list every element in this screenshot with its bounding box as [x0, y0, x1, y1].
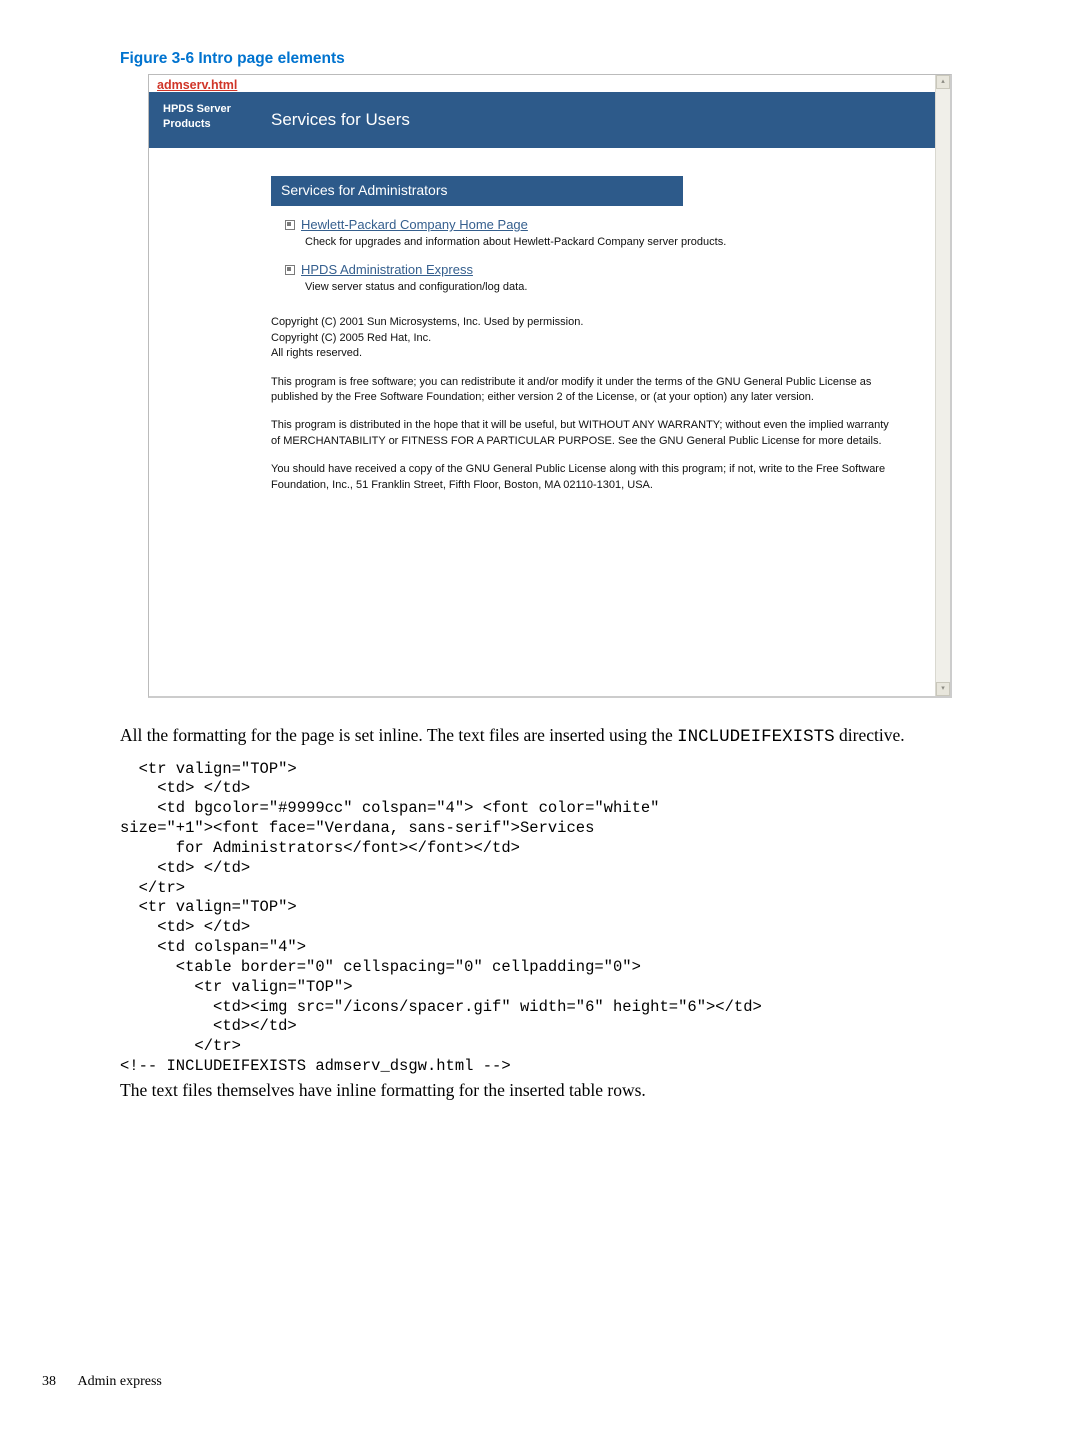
- legal-warranty: This program is distributed in the hope …: [271, 418, 900, 449]
- hp-home-desc: Check for upgrades and information about…: [305, 235, 900, 250]
- legal-freesoft: This program is free software; you can r…: [271, 375, 900, 406]
- para1-b: directive.: [835, 725, 905, 745]
- link-block-hp-home: Hewlett-Packard Company Home Page Check …: [285, 216, 900, 251]
- services-admin-heading: Services for Administrators: [271, 176, 683, 207]
- intro-page-screenshot: ▴ ▾ admserv.html HPDS Server Products Se…: [148, 74, 952, 698]
- vertical-scrollbar[interactable]: ▴ ▾: [935, 75, 950, 696]
- hp-home-link[interactable]: Hewlett-Packard Company Home Page: [301, 216, 528, 234]
- admin-express-desc: View server status and configuration/log…: [305, 280, 900, 295]
- bullet-icon: [285, 220, 295, 230]
- para1-a: All the formatting for the page is set i…: [120, 725, 677, 745]
- code-block-html: <tr valign="TOP"> <td> </td> <td bgcolor…: [120, 760, 975, 1077]
- sidebar-title: HPDS Server Products: [149, 92, 249, 148]
- figure-caption: Figure 3-6 Intro page elements: [120, 50, 975, 68]
- page-number: 38: [42, 1374, 56, 1389]
- bullet-icon: [285, 265, 295, 275]
- link-block-admin-express: HPDS Administration Express View server …: [285, 261, 900, 296]
- file-title: admserv.html: [149, 75, 950, 92]
- paragraph-1: All the formatting for the page is set i…: [120, 724, 975, 750]
- page-footer: 38 Admin express: [42, 1374, 162, 1390]
- paragraph-2: The text files themselves have inline fo…: [120, 1079, 975, 1103]
- legal-copyright: Copyright (C) 2001 Sun Microsystems, Inc…: [271, 315, 900, 361]
- legal-address: You should have received a copy of the G…: [271, 462, 900, 493]
- footer-section: Admin express: [78, 1374, 162, 1389]
- page-header: Services for Users: [249, 92, 950, 148]
- inline-code-includeifexists: INCLUDEIFEXISTS: [677, 727, 835, 747]
- scroll-up-icon[interactable]: ▴: [936, 75, 950, 89]
- admin-express-link[interactable]: HPDS Administration Express: [301, 261, 473, 279]
- legal-text: Copyright (C) 2001 Sun Microsystems, Inc…: [271, 315, 900, 493]
- scroll-down-icon[interactable]: ▾: [936, 682, 950, 696]
